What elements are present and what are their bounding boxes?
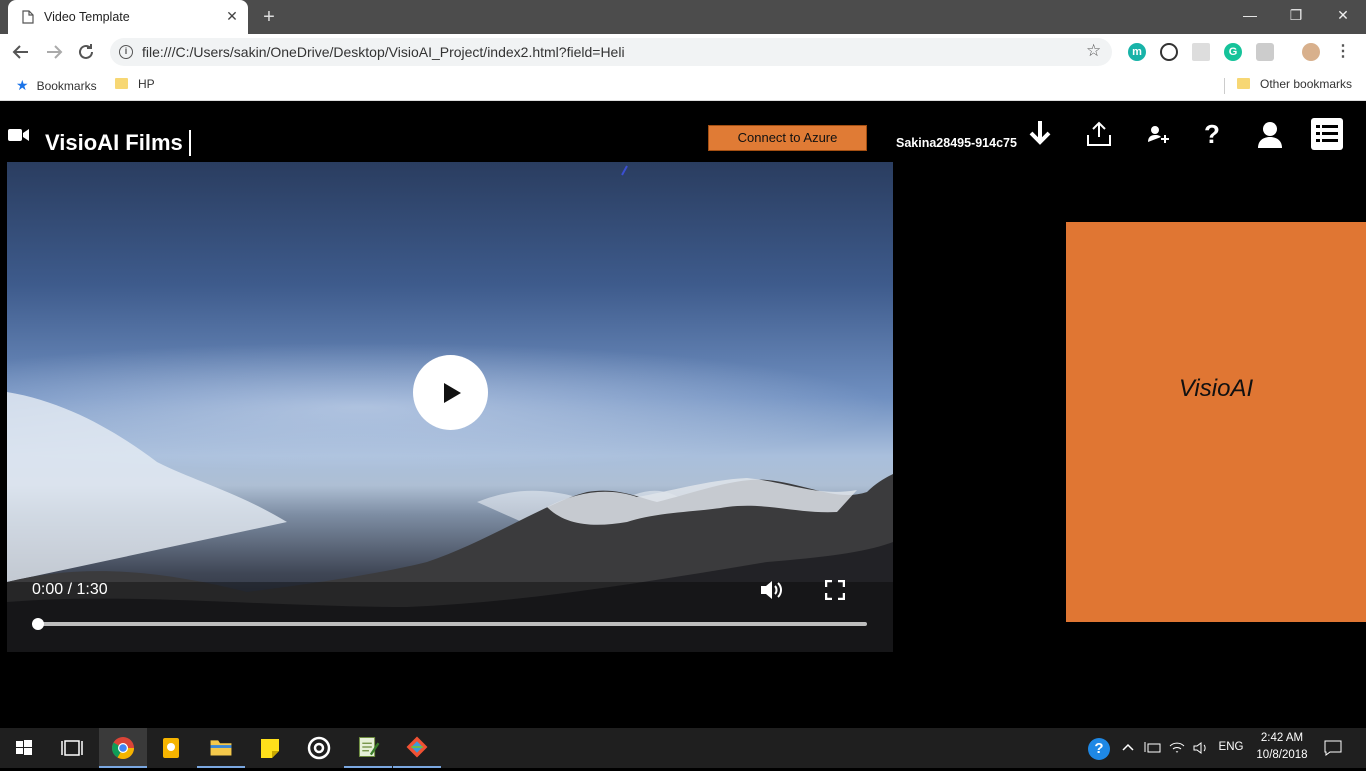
chrome-icon — [112, 737, 134, 759]
notification-icon[interactable] — [1324, 739, 1342, 757]
volume-icon[interactable] — [759, 578, 785, 602]
back-arrow-icon — [12, 45, 28, 59]
extension-m-icon[interactable]: m — [1128, 43, 1146, 61]
info-icon[interactable]: i — [119, 45, 133, 59]
profile-avatar[interactable] — [1302, 43, 1320, 61]
forward-button[interactable] — [42, 40, 66, 64]
bookmarks-item[interactable]: ★ Bookmarks — [16, 77, 97, 94]
video-camera-icon — [8, 129, 29, 141]
browser-tab[interactable]: Video Template ✕ — [8, 0, 248, 34]
address-bar[interactable]: i file:///C:/Users/sakin/OneDrive/Deskto… — [110, 38, 1112, 66]
menu-list-icon[interactable] — [1310, 117, 1344, 151]
close-window-button[interactable]: ✕ — [1320, 0, 1366, 30]
grammarly-icon[interactable]: G — [1224, 43, 1242, 61]
language-indicator[interactable]: ENG — [1214, 741, 1248, 753]
help-tray-icon[interactable]: ? — [1088, 738, 1110, 760]
restore-button[interactable]: ❐ — [1273, 0, 1319, 30]
help-icon[interactable]: ? — [1195, 117, 1229, 151]
time-display: 0:00 / 1:30 — [32, 581, 108, 598]
task-view-icon[interactable] — [48, 728, 96, 768]
play-icon — [444, 383, 461, 403]
video-player[interactable]: 0:00 / 1:30 — [7, 162, 893, 652]
side-panel-label: VisioAI — [1178, 375, 1254, 402]
add-user-icon[interactable] — [1139, 117, 1173, 151]
tab-title: Video Template — [44, 10, 130, 24]
play-button[interactable] — [413, 355, 488, 430]
bookmark-hp[interactable]: HP — [115, 77, 155, 91]
extension-mail-icon[interactable] — [1256, 43, 1274, 61]
extension-swirl-icon[interactable] — [1160, 43, 1178, 61]
battery-icon[interactable] — [1144, 740, 1162, 756]
reload-button[interactable] — [74, 40, 98, 64]
minimize-button[interactable]: — — [1227, 0, 1273, 30]
bookmark-separator — [1224, 78, 1225, 94]
clock-date[interactable]: 10/8/2018 — [1250, 749, 1314, 761]
account-icon[interactable] — [1253, 117, 1287, 151]
notepad-icon[interactable] — [344, 728, 392, 768]
file-explorer-icon[interactable] — [197, 728, 245, 768]
back-button[interactable] — [9, 40, 33, 64]
fullscreen-icon[interactable] — [825, 580, 845, 600]
windows-start-icon[interactable] — [0, 728, 48, 768]
bookmarks-bar: ★ Bookmarks HP Other bookmarks — [0, 70, 1366, 101]
user-id: Sakina28495-914c75 — [896, 136, 1017, 150]
brand-title: VisioAI Films — [45, 130, 191, 156]
wifi-icon[interactable] — [1168, 740, 1186, 756]
tab-strip: Video Template ✕ + — ❐ ✕ — [0, 0, 1366, 34]
bookmark-star-icon[interactable]: ☆ — [1086, 41, 1101, 61]
document-icon — [22, 10, 34, 24]
git-icon[interactable] — [393, 728, 441, 768]
seek-thumb[interactable] — [32, 618, 44, 630]
new-tab-button[interactable]: + — [258, 6, 280, 28]
chevron-up-icon[interactable] — [1120, 740, 1136, 756]
clock-time[interactable]: 2:42 AM — [1252, 732, 1312, 744]
download-icon[interactable] — [1023, 117, 1057, 151]
folder-icon — [1237, 78, 1250, 89]
forward-arrow-icon — [47, 45, 63, 59]
speaker-icon[interactable] — [1192, 740, 1210, 756]
url-text[interactable]: file:///C:/Users/sakin/OneDrive/Desktop/… — [142, 44, 625, 60]
tab-close-icon[interactable]: ✕ — [224, 8, 240, 24]
sticky-notes-icon[interactable] — [246, 728, 294, 768]
folder-icon — [115, 78, 128, 89]
groove-icon[interactable] — [295, 728, 343, 768]
upload-icon[interactable] — [1082, 117, 1116, 151]
chrome-menu-icon[interactable]: ⋮ — [1334, 43, 1352, 61]
extension-pdf-icon[interactable] — [1192, 43, 1210, 61]
page-content: VisioAI Films Connect to Azure Sakina284… — [0, 102, 1366, 728]
connect-azure-button[interactable]: Connect to Azure — [708, 125, 867, 151]
keep-icon[interactable] — [148, 728, 196, 768]
other-bookmarks[interactable]: Other bookmarks — [1237, 77, 1352, 91]
seek-bar[interactable] — [32, 618, 867, 630]
reload-icon — [79, 44, 93, 59]
side-panel: VisioAI — [1066, 222, 1366, 622]
windows-taskbar: ? ENG 2:42 AM 10/8/2018 — [0, 728, 1366, 768]
chrome-taskbar-button[interactable] — [99, 728, 147, 768]
bookmark-star-icon: ★ — [16, 77, 29, 93]
